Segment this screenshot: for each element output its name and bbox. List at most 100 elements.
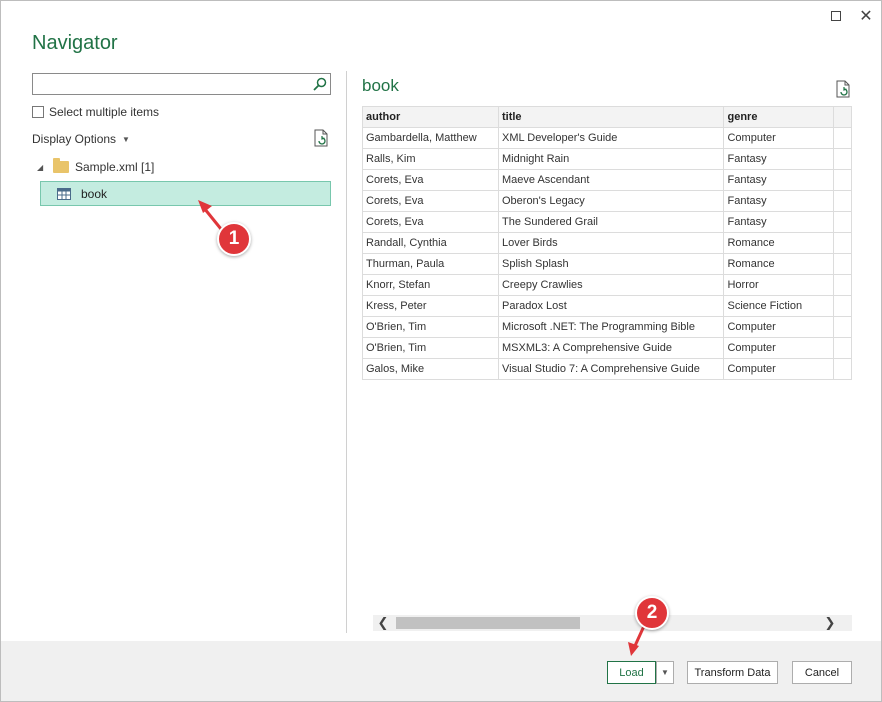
- table-cell[interactable]: Oberon's Legacy: [497, 190, 725, 212]
- refresh-preview-icon[interactable]: [835, 80, 851, 98]
- table-row[interactable]: Randall, Cynthia Lover Birds Romance: [362, 232, 852, 254]
- table-cell-partial[interactable]: [833, 169, 852, 191]
- scroll-right-icon[interactable]: ❯: [822, 615, 838, 631]
- expand-triangle-icon[interactable]: ◢: [37, 163, 47, 172]
- table-cell[interactable]: O'Brien, Tim: [362, 337, 499, 359]
- table-cell[interactable]: Computer: [723, 127, 835, 149]
- table-cell[interactable]: XML Developer's Guide: [497, 127, 725, 149]
- table-cell[interactable]: Paradox Lost: [497, 295, 725, 317]
- load-dropdown-button[interactable]: ▼: [656, 661, 674, 684]
- table-cell-partial[interactable]: [833, 127, 852, 149]
- table-cell[interactable]: Microsoft .NET: The Programming Bible: [497, 316, 725, 338]
- close-button[interactable]: ✕: [857, 7, 875, 25]
- table-row[interactable]: O'Brien, Tim Microsoft .NET: The Programm…: [362, 316, 852, 338]
- header-row: author title genre: [362, 106, 852, 128]
- pane-divider[interactable]: [346, 71, 347, 633]
- table-cell-partial[interactable]: [833, 232, 852, 254]
- table-cell[interactable]: Randall, Cynthia: [362, 232, 499, 254]
- table-cell[interactable]: Splish Splash: [497, 253, 725, 275]
- table-cell-partial[interactable]: [833, 211, 852, 233]
- search-input[interactable]: [32, 73, 331, 95]
- table-cell-partial[interactable]: [833, 358, 852, 380]
- table-cell[interactable]: Midnight Rain: [497, 148, 725, 170]
- table-cell[interactable]: Corets, Eva: [362, 211, 499, 233]
- table-cell[interactable]: Gambardella, Matthew: [362, 127, 499, 149]
- select-multiple-label: Select multiple items: [49, 105, 160, 119]
- table-cell[interactable]: Computer: [723, 337, 835, 359]
- table-cell[interactable]: Galos, Mike: [362, 358, 499, 380]
- table-row[interactable]: Corets, Eva Maeve Ascendant Fantasy: [362, 169, 852, 191]
- maximize-icon: [831, 11, 841, 21]
- table-cell[interactable]: Thurman, Paula: [362, 253, 499, 275]
- folder-icon: [53, 158, 69, 173]
- table-row[interactable]: Galos, Mike Visual Studio 7: A Comprehens…: [362, 358, 852, 380]
- load-button[interactable]: Load: [607, 661, 656, 684]
- table-cell[interactable]: MSXML3: A Comprehensive Guide: [497, 337, 725, 359]
- column-header-genre[interactable]: genre: [723, 106, 835, 128]
- maximize-button[interactable]: [827, 7, 845, 25]
- table-cell-partial[interactable]: [833, 274, 852, 296]
- table-row[interactable]: O'Brien, Tim MSXML3: A Comprehensive Guid…: [362, 337, 852, 359]
- scrollbar-thumb[interactable]: [396, 617, 580, 629]
- table-cell[interactable]: Romance: [723, 253, 835, 275]
- table-cell[interactable]: Corets, Eva: [362, 169, 499, 191]
- refresh-icon[interactable]: [313, 129, 329, 147]
- window-title: Navigator: [32, 32, 118, 54]
- preview-title: book: [362, 76, 399, 95]
- column-header-author[interactable]: author: [362, 106, 499, 128]
- table-row[interactable]: Ralls, Kim Midnight Rain Fantasy: [362, 148, 852, 170]
- table-cell[interactable]: Kress, Peter: [362, 295, 499, 317]
- select-multiple-checkbox[interactable]: [32, 106, 44, 118]
- table-cell[interactable]: Corets, Eva: [362, 190, 499, 212]
- table-cell[interactable]: Creepy Crawlies: [497, 274, 725, 296]
- annotation-badge-1: 1: [217, 222, 251, 256]
- table-cell[interactable]: Fantasy: [723, 148, 835, 170]
- chevron-down-icon: ▼: [661, 668, 669, 677]
- table-row[interactable]: Thurman, Paula Splish Splash Romance: [362, 253, 852, 275]
- table-cell-partial[interactable]: [833, 316, 852, 338]
- table-cell[interactable]: Lover Birds: [497, 232, 725, 254]
- table-cell-partial[interactable]: [833, 148, 852, 170]
- table-cell[interactable]: O'Brien, Tim: [362, 316, 499, 338]
- table-cell[interactable]: Computer: [723, 316, 835, 338]
- table-cell-partial[interactable]: [833, 337, 852, 359]
- chevron-down-icon: ▼: [122, 134, 130, 144]
- table-cell-partial[interactable]: [833, 253, 852, 275]
- scroll-left-icon[interactable]: ❮: [375, 615, 391, 631]
- navigator-window: ✕ Navigator Select multiple items Displa…: [0, 0, 882, 702]
- column-header-partial[interactable]: [833, 106, 852, 128]
- display-options-dropdown[interactable]: Display Options ▼: [32, 132, 130, 146]
- table-row[interactable]: Gambardella, Matthew XML Developer's Guid…: [362, 127, 852, 149]
- table-cell[interactable]: Fantasy: [723, 211, 835, 233]
- table-cell-partial[interactable]: [833, 190, 852, 212]
- table-row[interactable]: Kress, Peter Paradox Lost Science Fiction: [362, 295, 852, 317]
- table-cell[interactable]: Science Fiction: [723, 295, 835, 317]
- table-cell[interactable]: Fantasy: [723, 169, 835, 191]
- table-cell[interactable]: Horror: [723, 274, 835, 296]
- display-options-label: Display Options: [32, 132, 117, 146]
- preview-table: author title genre Gambardella, Matthew X…: [362, 106, 852, 380]
- cancel-button[interactable]: Cancel: [792, 661, 852, 684]
- table-icon: [57, 187, 71, 200]
- table-cell[interactable]: Knorr, Stefan: [362, 274, 499, 296]
- tree-node-sample-xml[interactable]: ◢ Sample.xml [1]: [37, 158, 154, 174]
- table-cell[interactable]: The Sundered Grail: [497, 211, 725, 233]
- table-cell[interactable]: Maeve Ascendant: [497, 169, 725, 191]
- annotation-badge-2: 2: [635, 596, 669, 630]
- horizontal-scrollbar[interactable]: ❮ ❯: [373, 615, 852, 631]
- preview-grid[interactable]: author title genre Gambardella, Matthew X…: [362, 106, 852, 381]
- table-cell[interactable]: Romance: [723, 232, 835, 254]
- table-row[interactable]: Corets, Eva Oberon's Legacy Fantasy: [362, 190, 852, 212]
- table-row[interactable]: Knorr, Stefan Creepy Crawlies Horror: [362, 274, 852, 296]
- transform-data-button[interactable]: Transform Data: [687, 661, 778, 684]
- search-icon[interactable]: [312, 76, 328, 92]
- table-cell-partial[interactable]: [833, 295, 852, 317]
- select-multiple-row[interactable]: Select multiple items: [32, 105, 159, 119]
- table-cell[interactable]: Visual Studio 7: A Comprehensive Guide: [497, 358, 725, 380]
- table-row[interactable]: Corets, Eva The Sundered Grail Fantasy: [362, 211, 852, 233]
- column-header-title[interactable]: title: [497, 106, 725, 128]
- table-cell[interactable]: Ralls, Kim: [362, 148, 499, 170]
- tree-item-book[interactable]: book: [40, 181, 331, 206]
- table-cell[interactable]: Computer: [723, 358, 835, 380]
- table-cell[interactable]: Fantasy: [723, 190, 835, 212]
